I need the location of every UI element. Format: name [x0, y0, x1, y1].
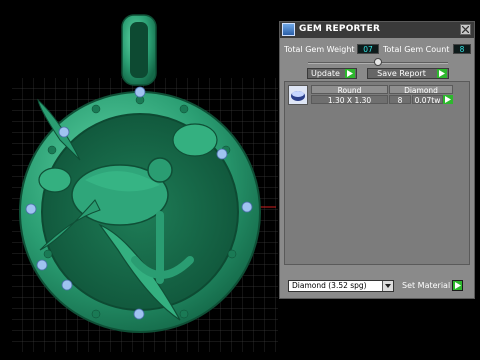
- play-arrow-icon: [345, 69, 355, 78]
- close-icon[interactable]: [460, 24, 471, 35]
- gem-reporter-panel: GEM REPORTER Total Gem Weight 07 Total G…: [279, 21, 475, 299]
- gem-list[interactable]: Round Diamond 1.30 X 1.30 8 0.07tw: [284, 81, 470, 265]
- save-report-button-label: Save Report: [377, 69, 426, 78]
- set-material-label: Set Material: [402, 281, 451, 290]
- save-report-button[interactable]: Save Report: [367, 68, 449, 79]
- row-select-arrow-icon[interactable]: [443, 95, 453, 104]
- update-button-label: Update: [311, 69, 340, 78]
- total-gem-weight-value: 07: [357, 44, 379, 54]
- play-arrow-icon: [437, 69, 447, 78]
- gem-reporter-icon: [282, 23, 295, 36]
- pendant-icon: [19, 14, 261, 333]
- round-gem-icon: [288, 85, 308, 105]
- gem-count-cell: 8: [389, 95, 411, 105]
- panel-title: GEM REPORTER: [299, 24, 381, 34]
- gem-size-cell: 1.30 X 1.30: [311, 95, 388, 105]
- panel-titlebar[interactable]: GEM REPORTER: [280, 22, 474, 38]
- total-gem-count-label: Total Gem Count: [383, 45, 450, 54]
- column-header-material: Diamond: [389, 85, 453, 95]
- total-gem-count-value: 8: [453, 44, 471, 54]
- material-select[interactable]: Diamond (3.52 spg): [288, 280, 394, 292]
- chevron-down-icon[interactable]: [382, 281, 393, 291]
- slider-handle[interactable]: [374, 58, 382, 66]
- column-header-shape: Round: [311, 85, 388, 95]
- update-button[interactable]: Update: [307, 68, 357, 79]
- gem-weight-cell: 0.07tw: [412, 95, 443, 105]
- set-material-button[interactable]: [452, 280, 463, 291]
- total-gem-weight-label: Total Gem Weight: [284, 45, 355, 54]
- material-select-value: Diamond (3.52 spg): [292, 281, 367, 290]
